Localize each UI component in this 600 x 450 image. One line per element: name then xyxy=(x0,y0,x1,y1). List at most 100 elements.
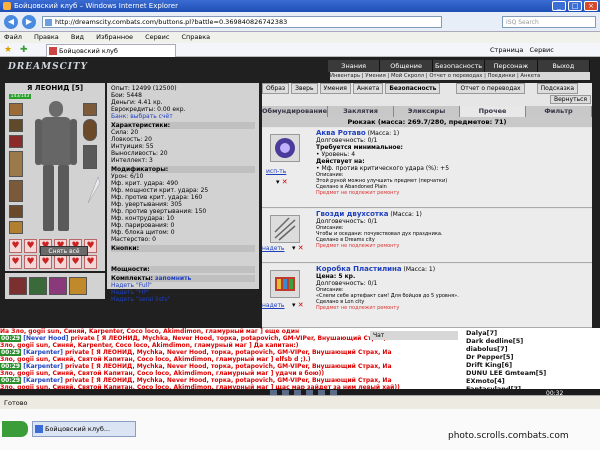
item-name[interactable]: Аква Ротаво xyxy=(316,129,366,137)
delete-icon[interactable]: ✕ xyxy=(298,301,304,309)
menu-edit[interactable]: Правка xyxy=(34,33,59,41)
page-menu[interactable]: Страница xyxy=(490,46,523,54)
favorites-star-icon[interactable]: ★ xyxy=(4,45,14,55)
chat-sender[interactable]: [Karpenter] xyxy=(23,377,63,384)
shield-slot[interactable] xyxy=(83,119,97,141)
online-user[interactable]: EXmoto[4] xyxy=(466,377,600,385)
mods-header[interactable]: Модификаторы: xyxy=(111,166,255,173)
card-slot[interactable]: ♥ xyxy=(24,255,37,269)
take-off-all-button[interactable]: Снять всё xyxy=(40,246,88,256)
card-slot[interactable]: ♥ xyxy=(69,255,82,269)
earring-slot[interactable] xyxy=(9,119,23,132)
nav-knowledge[interactable]: Знания xyxy=(328,60,381,72)
nav-exit[interactable]: Выход xyxy=(537,60,591,72)
chat-time[interactable]: 00:29 xyxy=(0,335,22,342)
stats-header[interactable]: Характеристики: xyxy=(111,122,255,129)
chat-sender[interactable]: [Karpenter] xyxy=(23,363,63,370)
menu-file[interactable]: Файл xyxy=(4,33,22,41)
delete-icon[interactable]: ✕ xyxy=(298,244,304,252)
tab-spells[interactable]: Заклятия xyxy=(328,106,394,117)
menu-help[interactable]: Справка xyxy=(182,33,211,41)
url-field[interactable]: http://dreamscity.combats.com/buttons.pl… xyxy=(42,16,442,28)
taskbar-window-button[interactable]: Бойцовский клуб... xyxy=(32,421,136,437)
use-item-link[interactable]: исп-ть xyxy=(266,168,310,175)
belt-item-slot[interactable] xyxy=(9,277,27,295)
drop-icon[interactable]: ▾ xyxy=(276,178,280,186)
chat-sender[interactable]: [Never Hood] xyxy=(23,335,68,342)
belt-slot[interactable] xyxy=(9,205,23,218)
search-input[interactable]: ISQ Search xyxy=(502,16,596,28)
set-link[interactable]: Надеть "serai listv" xyxy=(111,296,255,303)
minimize-button[interactable]: _ xyxy=(552,1,566,11)
card-slot[interactable]: ♥ xyxy=(54,255,67,269)
browser-tab[interactable]: Бойцовский клуб xyxy=(46,44,176,57)
nav-chat[interactable]: Общение xyxy=(380,60,433,72)
menu-favorites[interactable]: Избранное xyxy=(96,33,133,41)
menu-tools[interactable]: Сервис xyxy=(145,33,169,41)
tab-elixirs[interactable]: Эликсиры xyxy=(394,106,460,117)
bank-link[interactable]: Банк: выбрать счёт xyxy=(111,113,255,120)
belt-item-slot[interactable] xyxy=(49,277,67,295)
chat-sender[interactable]: [Karpenter] xyxy=(23,349,63,356)
item-name[interactable]: Гвозди двухсотка xyxy=(316,210,388,218)
address-bar: ◀ ▶ http://dreamscity.combats.com/button… xyxy=(0,12,600,32)
online-user[interactable]: Dr Pepper[5] xyxy=(466,353,600,361)
card-slot[interactable]: ♥ xyxy=(9,239,22,253)
online-user[interactable]: DUNU LEE Gmteam[5] xyxy=(466,369,600,377)
menu-view[interactable]: Вид xyxy=(71,33,84,41)
card-slot[interactable]: ♥ xyxy=(39,255,52,269)
set-link[interactable]: Надеть "Full" xyxy=(111,282,255,289)
drop-icon[interactable]: ▾ xyxy=(292,301,296,309)
profile-button[interactable]: Анкета xyxy=(352,83,384,94)
skills-button[interactable]: Умения xyxy=(319,83,351,94)
necklace-slot[interactable] xyxy=(9,135,23,148)
helmet-slot[interactable] xyxy=(9,103,23,116)
image-button[interactable]: Образ xyxy=(262,83,290,94)
gloves-slot[interactable] xyxy=(83,103,97,116)
forward-icon[interactable]: ▶ xyxy=(22,15,36,29)
card-slot[interactable]: ♥ xyxy=(9,255,22,269)
tab-other[interactable]: Прочее xyxy=(460,106,526,117)
tab-equipment[interactable]: Обмундирование xyxy=(262,106,328,117)
set-link[interactable]: Надеть "HP" xyxy=(111,289,255,296)
tab-filter[interactable]: Фильтр xyxy=(526,106,592,117)
online-user[interactable]: Dark dedline[5] xyxy=(466,337,600,345)
sets-header[interactable]: Комплекты: запомнить xyxy=(111,275,255,282)
tools-menu[interactable]: Сервис xyxy=(530,46,554,54)
ring-slot[interactable] xyxy=(9,221,23,234)
pet-button[interactable]: Зверь xyxy=(291,83,318,94)
return-button[interactable]: Вернуться xyxy=(550,95,592,104)
power-header[interactable]: Мощности: xyxy=(111,266,255,273)
nav-character[interactable]: Персонаж xyxy=(485,60,538,72)
belt-item-slot[interactable] xyxy=(69,277,87,295)
buttons-header[interactable]: Кнопки: xyxy=(111,245,255,252)
chat-time[interactable]: 00:29 xyxy=(0,349,22,356)
security-button[interactable]: Безопасность xyxy=(385,83,441,94)
armor-slot[interactable] xyxy=(9,180,23,202)
transfer-report-button[interactable]: Отчет о переводах xyxy=(456,83,525,94)
delete-icon[interactable]: ✕ xyxy=(282,178,288,186)
maximize-button[interactable]: □ xyxy=(568,1,582,11)
chat-time[interactable]: 00:29 xyxy=(0,377,22,384)
card-slot[interactable]: ♥ xyxy=(24,239,37,253)
online-user[interactable]: diabolus[7] xyxy=(466,345,600,353)
nav-security[interactable]: Безопасность xyxy=(432,60,486,72)
online-user[interactable]: Dalya[7] xyxy=(466,329,600,337)
item-name[interactable]: Коробка Пластилина xyxy=(316,265,402,273)
online-user[interactable]: Drift King[6] xyxy=(466,361,600,369)
drop-icon[interactable]: ▾ xyxy=(292,244,296,252)
character-name[interactable]: Я ЛЕОНИД [5] xyxy=(5,84,105,92)
chat-time[interactable]: 00:29 xyxy=(0,363,22,370)
back-icon[interactable]: ◀ xyxy=(4,15,18,29)
close-button[interactable]: × xyxy=(584,1,598,11)
belt-item-slot[interactable] xyxy=(29,277,47,295)
card-slot[interactable]: ♥ xyxy=(84,255,97,269)
chat-label[interactable]: Чат xyxy=(370,331,458,340)
add-favorite-icon[interactable]: ✚ xyxy=(20,45,30,55)
hint-button[interactable]: Подсказка xyxy=(536,83,579,94)
leggings-slot[interactable] xyxy=(83,145,97,169)
weapon-slot[interactable] xyxy=(9,151,23,177)
remember-set-link[interactable]: запомнить xyxy=(155,275,191,282)
game-sub-nav[interactable]: Инвентарь | Умения | Мой Скролл | Отчет … xyxy=(330,72,590,80)
start-button[interactable] xyxy=(2,421,28,437)
